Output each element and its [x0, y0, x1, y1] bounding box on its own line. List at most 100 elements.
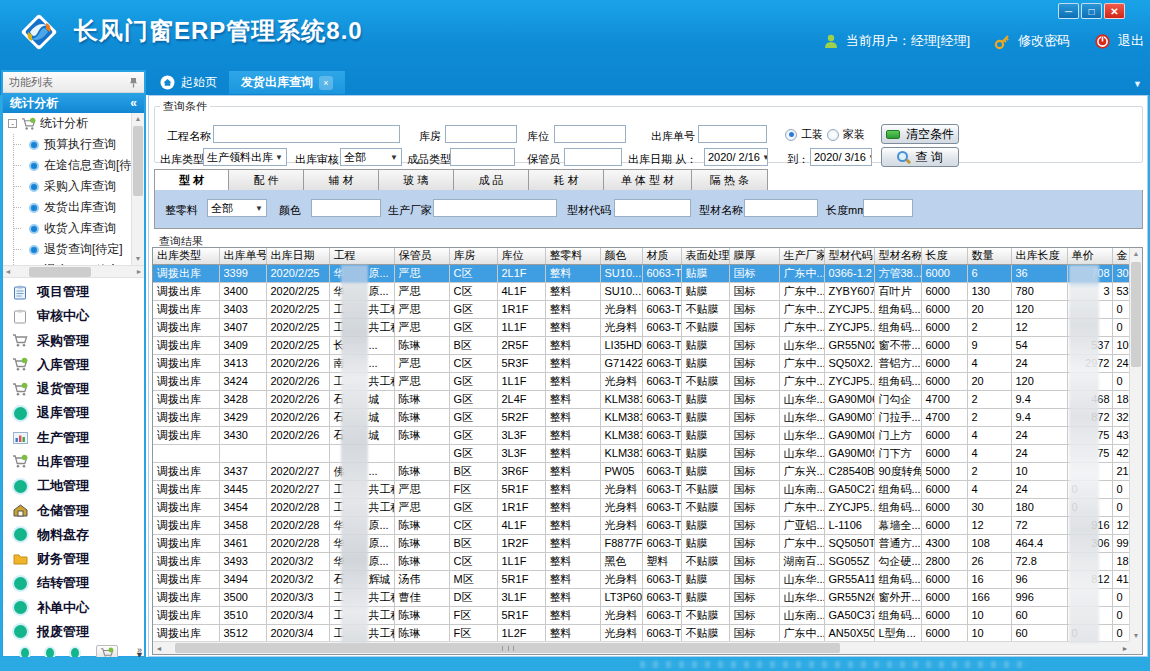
part-select[interactable]: 全部▼ [207, 199, 267, 217]
scroll-left-icon[interactable]: ◄ [153, 642, 165, 654]
table-row[interactable]: 调拨出库34942020/3/2石辉城汤伟M区5R1F整料光身料6063-T5贴… [153, 570, 1129, 588]
table-row[interactable]: 调拨出库34932020/3/2华原...陈琳C区1L1F整料黑色塑料不贴膜国标… [153, 552, 1129, 570]
material-tab-0[interactable]: 型 材 [154, 169, 229, 191]
sidebar-item-补单中心[interactable]: 补单中心 [3, 599, 144, 617]
date-from-select[interactable]: 2020/ 2/16▼ [704, 148, 768, 166]
search-button[interactable]: 查 询 [881, 147, 959, 167]
logout-button[interactable]: 退出 [1118, 32, 1144, 50]
sidebar-item-仓储管理[interactable]: 仓储管理 [3, 502, 144, 520]
table-row[interactable]: 调拨出库34582020/2/28华原...陈琳C区4L1F整料光身料6063-… [153, 516, 1129, 534]
column-header[interactable]: 数量 [967, 248, 1011, 264]
column-header[interactable]: 保管员 [394, 248, 449, 264]
material-tab-4[interactable]: 成 品 [454, 169, 529, 191]
collapse-icon[interactable]: « [130, 96, 137, 110]
table-row[interactable]: 调拨出库35122020/3/4工共工程陈琳F区1L2F整料光身料6063-T5… [153, 624, 1129, 642]
table-row[interactable]: 调拨出库34092020/2/25长...陈琳B区2R5F整料LI35HD606… [153, 336, 1129, 354]
sidebar-item-工地管理[interactable]: 工地管理 [3, 477, 144, 495]
sidebar-item-物料盘存[interactable]: 物料盘存 [3, 526, 144, 544]
column-header[interactable]: 单价 [1067, 248, 1112, 264]
scroll-up-icon[interactable]: ▲ [1130, 248, 1142, 260]
sidebar-item-项目管理[interactable]: 项目管理 [3, 283, 144, 301]
table-row[interactable]: 调拨出库33992020/2/25华原...严思C区2L1F整料SU10...6… [153, 264, 1129, 282]
maximize-button[interactable]: □ [1081, 3, 1102, 19]
radio-home[interactable]: 家装 [827, 127, 865, 142]
column-header[interactable]: 表面处理 [681, 248, 729, 264]
scroll-right-icon[interactable]: ► [134, 266, 144, 278]
column-header[interactable]: 膜厚 [729, 248, 779, 264]
pin-icon[interactable] [129, 77, 138, 88]
tree-root-item[interactable]: - 统计分析 [3, 113, 131, 134]
column-header[interactable]: 出库类型 [153, 248, 219, 264]
code-input[interactable] [614, 199, 691, 217]
warehouse-input[interactable] [445, 125, 517, 143]
tree-item[interactable]: 预算执行查询 [3, 134, 131, 155]
table-row[interactable]: 调拨出库34072020/2/25工共工程严思G区1L1F整料光身料6063-T… [153, 318, 1129, 336]
change-password-link[interactable]: 修改密码 [1018, 32, 1070, 50]
column-header[interactable]: 材质 [642, 248, 681, 264]
column-header[interactable]: 长度 [921, 248, 967, 264]
material-tab-7[interactable]: 隔 热 条 [692, 169, 768, 191]
sidebar-item-结转管理[interactable]: 结转管理 [3, 574, 144, 592]
sidebar-item-财务管理[interactable]: 财务管理 [3, 550, 144, 568]
minimize-button[interactable]: ─ [1058, 3, 1079, 19]
scroll-down-icon[interactable]: ▼ [132, 253, 144, 265]
column-header[interactable]: 整零料 [545, 248, 600, 264]
column-header[interactable]: 型材代码 [824, 248, 874, 264]
out-audit-select[interactable]: 全部▼ [340, 148, 402, 166]
grid-horizontal-scrollbar[interactable]: ◄ ► [153, 641, 1131, 654]
column-header[interactable]: 生产厂家 [779, 248, 824, 264]
scroll-left-icon[interactable]: ◄ [3, 266, 13, 278]
out-type-select[interactable]: 生产领料出库▼ [203, 148, 287, 166]
grid-vertical-scrollbar[interactable]: ▲ ▼ [1129, 248, 1142, 642]
table-row[interactable]: 调拨出库34612020/2/28华原...陈琳B区1R2F整料F8877FT6… [153, 534, 1129, 552]
sidebar-item-退货管理[interactable]: 退货管理 [3, 380, 144, 398]
order-no-input[interactable] [698, 125, 767, 143]
close-button[interactable]: ✕ [1104, 3, 1125, 19]
table-row[interactable]: 调拨出库34542020/2/28工共工程严思G区1R1F整料光身料6063-T… [153, 498, 1129, 516]
product-type-input[interactable] [450, 148, 515, 166]
location-input[interactable] [554, 125, 626, 143]
clear-conditions-button[interactable]: 清空条件 [881, 124, 959, 144]
column-header[interactable]: 出库单号 [219, 248, 266, 264]
table-row[interactable]: 调拨出库34242020/2/26工共工程严思G区1L1F整料光身料6063-T… [153, 372, 1129, 390]
column-header[interactable]: 出库长度 [1011, 248, 1067, 264]
table-row[interactable]: 调拨出库34282020/2/26石城陈琳G区2L4F整料KLM38176063… [153, 390, 1129, 408]
table-row[interactable]: 调拨出库34292020/2/26石城陈琳G区5R2F整料KLM38176063… [153, 408, 1129, 426]
column-header[interactable]: 库房 [449, 248, 497, 264]
sidebar-item-入库管理[interactable]: 入库管理 [3, 356, 144, 374]
column-header[interactable]: 颜色 [600, 248, 642, 264]
table-row[interactable]: 调拨出库34452020/2/27工共工程严思F区5R1F整料光身料6063-T… [153, 480, 1129, 498]
tab-shipping-outbound-query[interactable]: 发货出库查询 × [229, 71, 345, 94]
sidebar-item-采购管理[interactable]: 采购管理 [3, 332, 144, 350]
table-row[interactable]: 调拨出库34002020/2/25华原...严思C区4L1F整料SU10...6… [153, 282, 1129, 300]
tab-list-dropdown-icon[interactable]: ▼ [1133, 79, 1142, 89]
column-header[interactable]: 库位 [497, 248, 545, 264]
column-header[interactable]: 型材名称 [874, 248, 921, 264]
sidebar-item-报废管理[interactable]: 报废管理 [3, 623, 144, 641]
column-header[interactable]: 金 [1112, 248, 1129, 264]
length-input[interactable] [863, 199, 913, 217]
column-header[interactable]: 工程 [329, 248, 394, 264]
manufacturer-input[interactable] [433, 199, 557, 217]
tab-close-icon[interactable]: × [319, 76, 333, 90]
radio-work[interactable]: 工装 [785, 127, 823, 142]
tree-item[interactable]: 在途信息查询[待 [3, 155, 131, 176]
sidebar-item-出库管理[interactable]: 出库管理 [3, 453, 144, 471]
scroll-up-icon[interactable]: ▲ [132, 113, 144, 125]
name-input[interactable] [744, 199, 818, 217]
material-tab-6[interactable]: 单 体 型 材 [604, 169, 692, 191]
tab-home[interactable]: 起始页 [148, 71, 229, 94]
table-row[interactable]: 调拨出库35102020/3/4工共工程陈琳F区5R1F整料光身料6063-T5… [153, 606, 1129, 624]
table-row[interactable]: 调拨出库34372020/2/27佛...陈琳B区3R6F整料PW056063-… [153, 462, 1129, 480]
material-tab-3[interactable]: 玻 璃 [379, 169, 454, 191]
date-to-select[interactable]: 2020/ 3/16▼ [810, 148, 872, 166]
table-row[interactable]: G区3L3F整料KLM38176063-T5贴膜国标山东华...GA90M09.… [153, 444, 1129, 462]
table-row[interactable]: 调拨出库34032020/2/25工共工程严思G区1R1F整料光身料6063-T… [153, 300, 1129, 318]
material-tab-2[interactable]: 辅 材 [304, 169, 379, 191]
tree-item[interactable]: 采购入库查询 [3, 176, 131, 197]
tree-item[interactable]: 收货入库查询 [3, 218, 131, 239]
tree-expander-icon[interactable]: - [8, 119, 17, 128]
sidebar-item-生产管理[interactable]: 生产管理 [3, 429, 144, 447]
tree-vertical-scrollbar[interactable]: ▲ ▼ [131, 113, 144, 265]
table-row[interactable]: 调拨出库35002020/3/3工共工程曹佳D区3L1F整料LT3P606063… [153, 588, 1129, 606]
